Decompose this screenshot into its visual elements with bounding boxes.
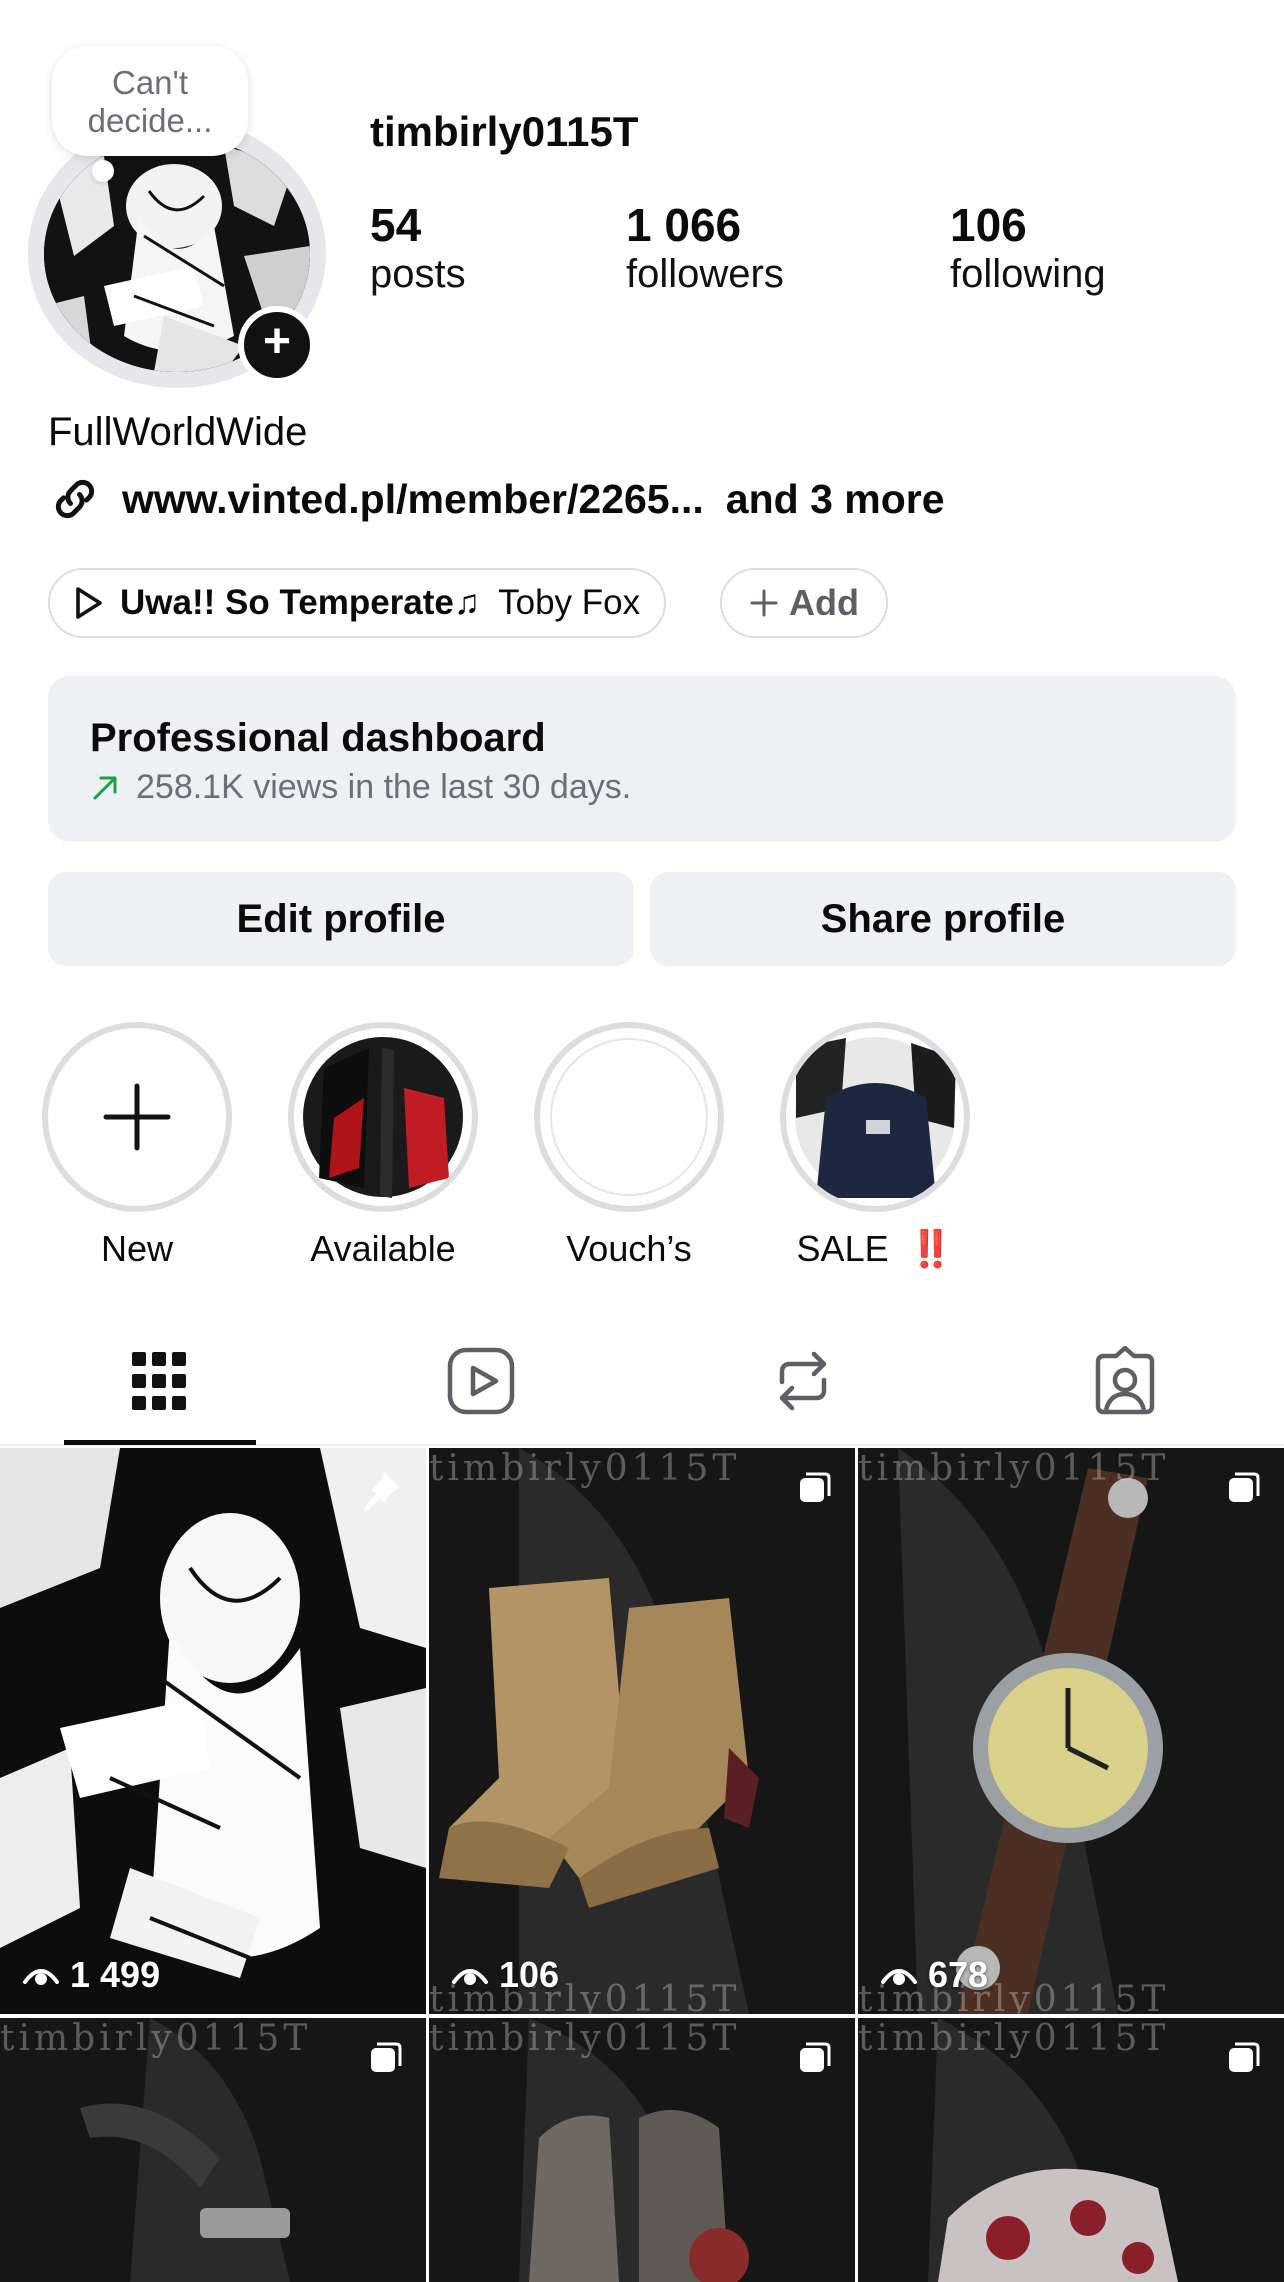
watermark-text: timbirly0115T bbox=[858, 1448, 1170, 1489]
display-name: FullWorldWide bbox=[48, 410, 308, 454]
tab-grid[interactable] bbox=[130, 1348, 188, 1419]
username: timbirly0115T bbox=[370, 108, 639, 155]
tab-reposts[interactable] bbox=[768, 1346, 838, 1421]
multiple-images-icon bbox=[1229, 2042, 1260, 2072]
followers-stat[interactable]: 1 066 followers bbox=[626, 198, 784, 297]
edit-profile-button[interactable]: Edit profile bbox=[48, 872, 634, 966]
multiple-images-icon bbox=[1229, 1472, 1260, 1502]
highlight-cover-image bbox=[303, 1037, 463, 1198]
highlight-new[interactable]: New bbox=[42, 1022, 232, 1270]
highlight-label: Available bbox=[310, 1228, 456, 1269]
dashboard-title: Professional dashboard bbox=[90, 716, 546, 760]
watermark-text: timbirly0115T bbox=[429, 1448, 741, 1489]
posts-stat[interactable]: 54 posts bbox=[370, 198, 466, 297]
highlight-vouchs[interactable]: Vouch’s bbox=[534, 1022, 724, 1270]
multiple-images-icon bbox=[371, 2042, 402, 2072]
note-text: Can't decide... bbox=[87, 64, 213, 139]
professional-dashboard[interactable]: Professional dashboard 258.1K views in t… bbox=[48, 676, 1236, 842]
posts-count: 54 bbox=[370, 199, 422, 251]
dashboard-subtitle-row: 258.1K views in the last 30 days. bbox=[90, 768, 631, 807]
dashboard-subtitle: 258.1K views in the last 30 days. bbox=[136, 768, 632, 806]
following-count: 106 bbox=[950, 199, 1027, 251]
views-icon bbox=[452, 1969, 488, 1985]
post-image bbox=[0, 1448, 426, 2014]
bio-link[interactable]: www.vinted.pl/member/2265... and 3 more bbox=[48, 472, 945, 526]
multiple-images-icon bbox=[800, 2042, 831, 2072]
grid-icon bbox=[132, 1352, 186, 1410]
posts-label: posts bbox=[370, 252, 466, 296]
watermark-text: timbirly0115T bbox=[858, 2018, 1170, 2059]
note-bubble-tail bbox=[92, 160, 114, 182]
double-exclamation-icon: ‼️ bbox=[908, 1228, 954, 1269]
highlight-available[interactable]: Available bbox=[288, 1022, 478, 1270]
view-count-text: 1 499 bbox=[70, 1954, 161, 1995]
tagged-icon bbox=[1095, 1345, 1155, 1415]
grid-post[interactable]: 1 499 bbox=[0, 1448, 426, 2014]
add-button[interactable]: Add bbox=[720, 568, 888, 638]
post-image bbox=[429, 1448, 855, 2014]
view-count: 1 499 bbox=[22, 1954, 160, 1996]
profile-music-pill[interactable]: Uwa!! So Temperate♫ Toby Fox bbox=[48, 568, 667, 638]
pin-icon bbox=[364, 1472, 400, 1512]
highlight-cover-image bbox=[795, 1037, 956, 1198]
music-title: Uwa!! So Temperate♫ bbox=[120, 583, 481, 622]
highlight-ring bbox=[780, 1022, 970, 1212]
highlight-ring bbox=[42, 1022, 232, 1212]
tab-tagged[interactable] bbox=[1090, 1345, 1160, 1421]
highlight-label: SALE bbox=[796, 1228, 889, 1269]
plus-icon bbox=[750, 589, 778, 617]
views-icon bbox=[23, 1969, 59, 1985]
views-icon bbox=[881, 1969, 917, 1985]
grid-post[interactable]: timbirly0115T bbox=[858, 2018, 1284, 2282]
grid-post[interactable]: timbirly0115T bbox=[0, 2018, 426, 2282]
grid-post[interactable]: timbirly0115T timbirly0115T 106 bbox=[429, 1448, 855, 2014]
highlight-empty-cover bbox=[550, 1038, 708, 1196]
watermark-text: timbirly0115T bbox=[0, 2018, 312, 2059]
view-count: 678 bbox=[880, 1954, 988, 1996]
trend-up-icon bbox=[93, 776, 117, 799]
link-icon bbox=[55, 479, 95, 519]
view-count: 106 bbox=[451, 1954, 559, 1996]
post-image bbox=[858, 1448, 1284, 2014]
bio-link-more: and 3 more bbox=[725, 475, 945, 522]
grid-post[interactable]: timbirly0115T bbox=[429, 2018, 855, 2282]
note-bubble[interactable]: Can't decide... bbox=[52, 46, 248, 156]
following-label: following bbox=[950, 252, 1106, 296]
reels-icon bbox=[447, 1347, 515, 1415]
music-artist: Toby Fox bbox=[498, 583, 641, 622]
highlight-label: New bbox=[100, 1228, 174, 1269]
multiple-images-icon bbox=[800, 1472, 831, 1502]
grid-post[interactable]: timbirly0115T timbirly0115T 678 bbox=[858, 1448, 1284, 2014]
reposts-icon bbox=[779, 1351, 827, 1411]
followers-count: 1 066 bbox=[626, 199, 742, 251]
followers-label: followers bbox=[626, 252, 784, 296]
watermark-text: timbirly0115T bbox=[429, 2018, 741, 2059]
tab-reels[interactable] bbox=[446, 1346, 516, 1421]
highlight-label-row: SALE ‼️ bbox=[780, 1228, 970, 1270]
add-story-button[interactable]: + bbox=[238, 306, 316, 384]
bio-link-text: www.vinted.pl/member/2265... bbox=[122, 475, 704, 522]
view-count-text: 678 bbox=[928, 1954, 989, 1995]
highlight-ring bbox=[288, 1022, 478, 1212]
share-profile-button[interactable]: Share profile bbox=[650, 872, 1236, 966]
highlight-ring bbox=[534, 1022, 724, 1212]
following-stat[interactable]: 106 following bbox=[950, 198, 1106, 297]
highlight-sale[interactable]: SALE ‼️ bbox=[780, 1022, 970, 1270]
plus-icon bbox=[103, 1083, 171, 1151]
add-label: Add bbox=[789, 582, 859, 623]
active-tab-indicator bbox=[64, 1440, 256, 1445]
play-icon bbox=[76, 587, 102, 619]
highlight-label: Vouch’s bbox=[566, 1228, 692, 1269]
view-count-text: 106 bbox=[499, 1954, 560, 1995]
